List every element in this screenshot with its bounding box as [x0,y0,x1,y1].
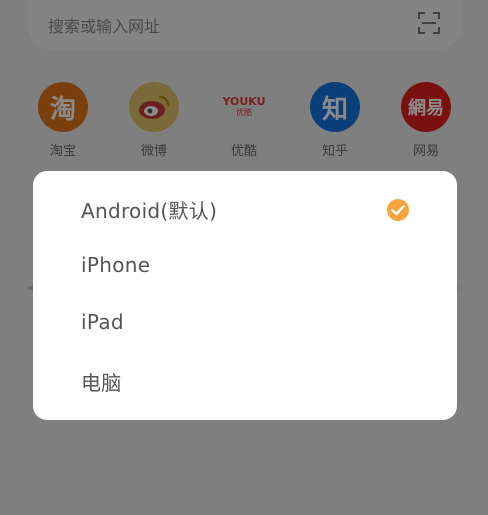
youku-icon: YOUKU 优酷 [219,82,269,132]
option-ipad[interactable]: iPad [33,297,457,353]
netease-icon: 網易 [401,82,451,132]
shortcut-youku[interactable]: YOUKU 优酷 优酷 [209,82,279,159]
option-label: 电脑 [81,371,122,395]
option-label: Android(默认) [81,199,218,223]
scan-icon[interactable] [418,12,440,34]
check-icon [387,199,409,221]
option-label: iPad [81,310,124,334]
shortcut-netease[interactable]: 網易 网易 [391,82,461,159]
option-pc[interactable]: 电脑 [33,354,457,410]
taobao-icon: 淘 [38,82,88,132]
shortcut-grid: 淘 淘宝 微博 YOUKU 优酷 优酷 知 知乎 網易 网易 [0,82,488,172]
user-agent-dialog: Android(默认) iPhone iPad 电脑 [33,171,457,420]
weibo-icon [129,82,179,132]
zhihu-icon: 知 [310,82,360,132]
shortcut-label: 淘宝 [49,144,76,159]
search-bar[interactable]: 搜索或输入网址 [28,0,462,50]
shortcut-weibo[interactable]: 微博 [119,82,189,159]
shortcut-zhihu[interactable]: 知 知乎 [300,82,370,159]
option-label: iPhone [81,253,151,277]
shortcut-label: 网易 [412,144,439,159]
shortcut-label: 优酷 [230,144,257,159]
shortcut-label: 微博 [140,144,167,159]
search-placeholder: 搜索或输入网址 [48,17,161,36]
option-iphone[interactable]: iPhone [33,240,457,296]
option-android[interactable]: Android(默认) [33,182,457,238]
shortcut-label: 知乎 [321,144,348,159]
shortcut-taobao[interactable]: 淘 淘宝 [28,82,98,159]
